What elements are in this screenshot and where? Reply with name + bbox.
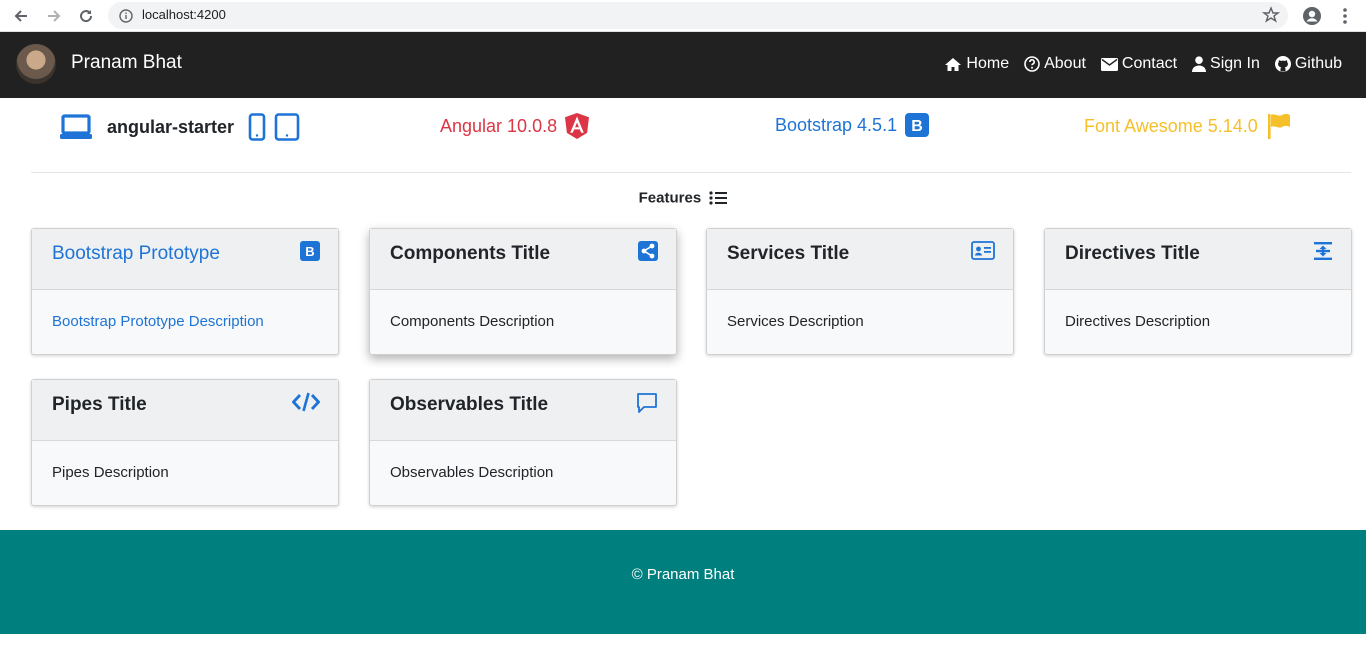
angular-version: Angular 10.0.8 bbox=[440, 113, 590, 139]
fontawesome-version: Font Awesome 5.14.0 bbox=[1084, 113, 1292, 139]
card-description: Directives Description bbox=[1065, 313, 1211, 330]
user-icon bbox=[1192, 56, 1207, 72]
card-header: Directives Title bbox=[1045, 229, 1351, 290]
home-icon bbox=[945, 57, 962, 71]
reload-icon[interactable] bbox=[74, 4, 98, 28]
nav-about[interactable]: About bbox=[1024, 55, 1086, 73]
footer-copyright: © Pranam Bhat bbox=[631, 566, 735, 583]
nav-github[interactable]: Github bbox=[1274, 55, 1342, 73]
bootstrap-icon: B bbox=[905, 113, 930, 137]
bootstrap-icon: B bbox=[300, 241, 320, 265]
laptop-icon bbox=[60, 114, 92, 139]
address-bar[interactable]: localhost:4200 bbox=[108, 2, 1288, 29]
id-card-icon bbox=[971, 241, 995, 264]
text-height-icon bbox=[1313, 241, 1333, 265]
card-header: Bootstrap Prototype B bbox=[32, 229, 338, 290]
card-title: Pipes Title bbox=[52, 394, 147, 415]
card-title: Services Title bbox=[727, 243, 850, 264]
features-label: Features bbox=[638, 189, 702, 207]
card-description: Services Description bbox=[727, 313, 864, 330]
nav-github-label: Github bbox=[1294, 55, 1342, 72]
bookmark-star-icon[interactable] bbox=[1261, 6, 1281, 28]
tablet-icon bbox=[274, 113, 300, 141]
card-directives[interactable]: Directives Title Directives Description bbox=[1044, 228, 1352, 355]
card-title: Observables Title bbox=[390, 394, 549, 415]
menu-dots-icon[interactable] bbox=[1333, 4, 1357, 28]
card-title: Components Title bbox=[390, 243, 551, 264]
share-icon bbox=[638, 241, 658, 265]
forward-arrow-icon[interactable] bbox=[42, 4, 66, 28]
nav-signin-label: Sign In bbox=[1210, 55, 1260, 72]
app-name: angular-starter bbox=[59, 113, 300, 141]
card-header: Observables Title bbox=[370, 380, 676, 441]
card-description: Pipes Description bbox=[52, 464, 169, 481]
nav-contact-label: Contact bbox=[1121, 55, 1178, 72]
card-description: Components Description bbox=[390, 313, 555, 330]
card-header: Pipes Title bbox=[32, 380, 338, 441]
features-heading: Features bbox=[0, 189, 1366, 207]
brand-name[interactable]: Pranam Bhat bbox=[71, 52, 182, 74]
card-header: Services Title bbox=[707, 229, 1013, 290]
tech-row: angular-starter Angular 10.0.8 Bootstrap… bbox=[31, 98, 1351, 173]
card-title: Bootstrap Prototype bbox=[52, 243, 220, 264]
code-icon bbox=[291, 392, 321, 416]
card-header: Components Title bbox=[370, 229, 676, 290]
card-description: Bootstrap Prototype Description bbox=[52, 313, 264, 330]
back-arrow-icon[interactable] bbox=[9, 4, 33, 28]
nav-home[interactable]: Home bbox=[944, 55, 1009, 73]
svg-text:B: B bbox=[305, 244, 314, 259]
card-description: Observables Description bbox=[390, 464, 554, 481]
fontawesome-version-label: Font Awesome 5.14.0 bbox=[1084, 115, 1258, 136]
comment-icon bbox=[636, 392, 658, 418]
angular-version-label: Angular 10.0.8 bbox=[440, 115, 558, 136]
card-pipes[interactable]: Pipes Title Pipes Description bbox=[31, 379, 339, 506]
card-components[interactable]: Components Title Components Description bbox=[369, 228, 677, 355]
info-icon[interactable] bbox=[119, 8, 133, 27]
card-services[interactable]: Services Title Services Description bbox=[706, 228, 1014, 355]
nav-about-label: About bbox=[1044, 55, 1086, 72]
footer: © Pranam Bhat bbox=[0, 530, 1366, 634]
envelope-icon bbox=[1100, 57, 1118, 71]
nav-links: Home About Contact Sign In Github bbox=[944, 55, 1342, 73]
mobile-icon bbox=[248, 113, 266, 141]
navbar: Pranam Bhat Home About Contact Sign In G… bbox=[0, 32, 1366, 98]
bootstrap-version: Bootstrap 4.5.1 B bbox=[775, 113, 930, 137]
avatar[interactable] bbox=[16, 44, 56, 84]
angular-icon bbox=[565, 113, 590, 139]
svg-text:B: B bbox=[911, 118, 923, 135]
browser-toolbar: localhost:4200 bbox=[0, 0, 1366, 32]
profile-icon[interactable] bbox=[1300, 4, 1324, 28]
app-name-label: angular-starter bbox=[107, 116, 235, 137]
bootstrap-version-label: Bootstrap 4.5.1 bbox=[775, 114, 898, 135]
card-observables[interactable]: Observables Title Observables Descriptio… bbox=[369, 379, 677, 506]
card-title: Directives Title bbox=[1065, 243, 1200, 264]
list-icon bbox=[709, 191, 728, 205]
nav-home-label: Home bbox=[966, 55, 1010, 72]
flag-icon bbox=[1267, 113, 1290, 139]
github-icon bbox=[1274, 56, 1291, 72]
question-circle-icon bbox=[1024, 56, 1040, 72]
nav-signin[interactable]: Sign In bbox=[1192, 55, 1260, 73]
nav-contact[interactable]: Contact bbox=[1100, 55, 1178, 73]
card-bootstrap-prototype[interactable]: Bootstrap Prototype B Bootstrap Prototyp… bbox=[31, 228, 339, 355]
url-text: localhost:4200 bbox=[142, 7, 226, 22]
